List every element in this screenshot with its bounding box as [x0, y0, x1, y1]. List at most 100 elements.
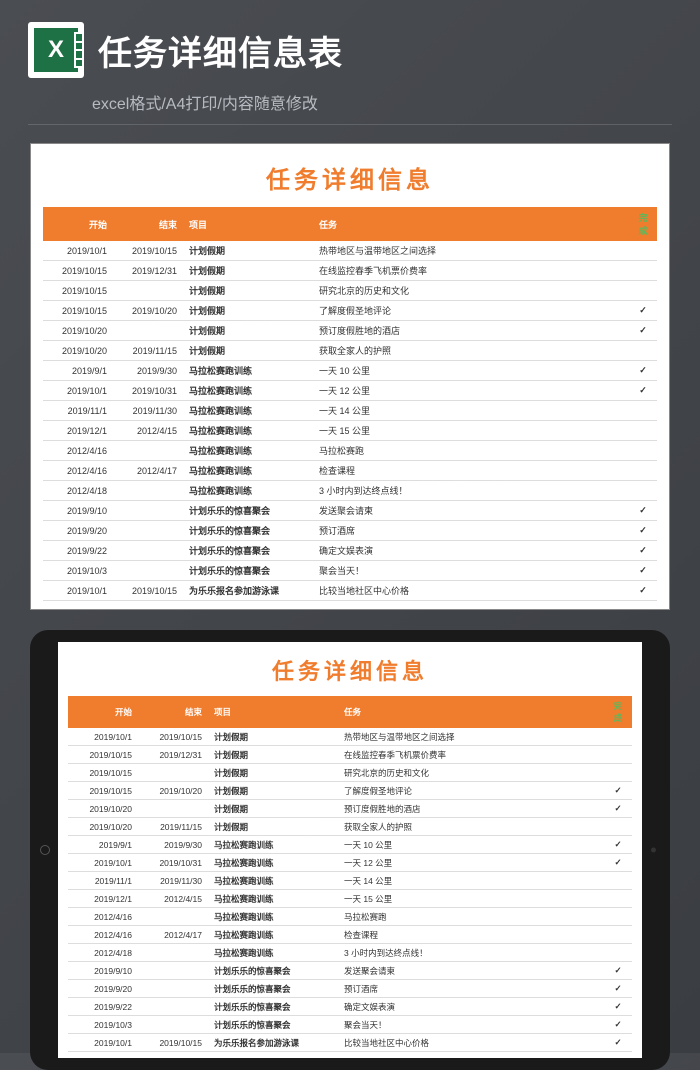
cell-task: 一天 14 公里	[313, 401, 629, 421]
col-header-done: 完成	[604, 696, 632, 728]
cell-end: 2019/10/20	[138, 782, 208, 800]
table-row: 2019/10/12019/10/31马拉松赛跑训练一天 12 公里✓	[68, 854, 632, 872]
cell-task: 检查课程	[313, 461, 629, 481]
table-row: 2019/9/12019/9/30马拉松赛跑训练一天 10 公里✓	[68, 836, 632, 854]
cell-end: 2019/9/30	[113, 361, 183, 381]
col-header-end: 结束	[113, 207, 183, 241]
cell-start: 2012/4/16	[68, 926, 138, 944]
cell-project: 计划乐乐的惊喜聚会	[208, 1016, 338, 1034]
cell-done-check	[629, 341, 657, 361]
table-row: 2019/9/10计划乐乐的惊喜聚会发送聚会请柬✓	[43, 501, 657, 521]
cell-done-check	[629, 261, 657, 281]
cell-project: 计划假期	[183, 301, 313, 321]
table-row: 2012/4/162012/4/17马拉松赛跑训练检查课程	[68, 926, 632, 944]
cell-start: 2019/10/20	[68, 818, 138, 836]
cell-end	[113, 481, 183, 501]
cell-project: 计划假期	[208, 764, 338, 782]
cell-done-check: ✓	[604, 1016, 632, 1034]
cell-done-check	[604, 746, 632, 764]
cell-end	[138, 944, 208, 962]
cell-end	[113, 541, 183, 561]
cell-end	[113, 441, 183, 461]
tablet-camera	[651, 848, 656, 853]
cell-start: 2019/10/15	[43, 301, 113, 321]
cell-end	[113, 321, 183, 341]
cell-start: 2019/9/10	[43, 501, 113, 521]
col-header-done: 完成	[629, 207, 657, 241]
cell-start: 2012/4/18	[68, 944, 138, 962]
cell-start: 2019/10/1	[43, 241, 113, 261]
cell-start: 2019/9/22	[43, 541, 113, 561]
cell-project: 计划乐乐的惊喜聚会	[183, 541, 313, 561]
cell-done-check: ✓	[629, 561, 657, 581]
cell-end	[138, 908, 208, 926]
cell-end: 2019/11/30	[113, 401, 183, 421]
cell-task: 检查课程	[338, 926, 604, 944]
cell-start: 2012/4/16	[68, 908, 138, 926]
cell-task: 确定文娱表演	[338, 998, 604, 1016]
cell-project: 计划乐乐的惊喜聚会	[208, 998, 338, 1016]
cell-project: 计划假期	[183, 321, 313, 341]
table-row: 2019/11/12019/11/30马拉松赛跑训练一天 14 公里	[68, 872, 632, 890]
cell-end: 2012/4/15	[113, 421, 183, 441]
cell-end: 2019/11/15	[138, 818, 208, 836]
cell-task: 马拉松赛跑	[313, 441, 629, 461]
page-header: X 任务详细信息表	[0, 0, 700, 86]
cell-task: 发送聚会请柬	[313, 501, 629, 521]
cell-start: 2019/10/1	[68, 854, 138, 872]
cell-task: 了解度假圣地评论	[338, 782, 604, 800]
cell-project: 计划乐乐的惊喜聚会	[208, 962, 338, 980]
cell-task: 一天 15 公里	[313, 421, 629, 441]
cell-done-check	[629, 401, 657, 421]
task-table: 开始 结束 项目 任务 完成 2019/10/12019/10/15计划假期热带…	[68, 696, 632, 1052]
cell-task: 一天 12 公里	[338, 854, 604, 872]
cell-end	[138, 980, 208, 998]
cell-start: 2019/9/1	[43, 361, 113, 381]
main-title: 任务详细信息表	[98, 26, 672, 75]
cell-project: 计划假期	[183, 341, 313, 361]
cell-task: 研究北京的历史和文化	[313, 281, 629, 301]
divider	[28, 124, 672, 125]
cell-project: 计划假期	[208, 800, 338, 818]
cell-done-check: ✓	[629, 541, 657, 561]
cell-task: 了解度假圣地评论	[313, 301, 629, 321]
cell-done-check	[604, 818, 632, 836]
cell-project: 马拉松赛跑训练	[208, 854, 338, 872]
cell-project: 马拉松赛跑训练	[208, 944, 338, 962]
cell-project: 马拉松赛跑训练	[208, 872, 338, 890]
sheet-title: 任务详细信息	[43, 154, 657, 207]
cell-task: 一天 12 公里	[313, 381, 629, 401]
table-row: 2012/4/18 马拉松赛跑训练3 小时内到达终点线！	[68, 944, 632, 962]
cell-end: 2019/12/31	[138, 746, 208, 764]
cell-project: 马拉松赛跑训练	[208, 908, 338, 926]
cell-start: 2019/10/20	[68, 800, 138, 818]
table-row: 2012/4/162012/4/17马拉松赛跑训练检查课程	[43, 461, 657, 481]
cell-task: 聚会当天！	[313, 561, 629, 581]
cell-start: 2019/9/1	[68, 836, 138, 854]
cell-task: 一天 15 公里	[338, 890, 604, 908]
cell-task: 在线监控春季飞机票价费率	[313, 261, 629, 281]
excel-icon: X	[28, 22, 84, 78]
cell-start: 2019/9/20	[43, 521, 113, 541]
cell-project: 计划假期	[208, 818, 338, 836]
cell-project: 为乐乐报名参加游泳课	[208, 1034, 338, 1052]
cell-start: 2019/10/1	[43, 581, 113, 601]
cell-start: 2019/10/15	[68, 764, 138, 782]
cell-done-check	[604, 926, 632, 944]
table-header-row: 开始 结束 项目 任务 完成	[43, 207, 657, 241]
table-row: 2019/10/152019/12/31计划假期在线监控春季飞机票价费率	[43, 261, 657, 281]
cell-done-check: ✓	[629, 301, 657, 321]
cell-task: 3 小时内到达终点线！	[338, 944, 604, 962]
table-row: 2019/9/20计划乐乐的惊喜聚会预订酒席✓	[43, 521, 657, 541]
cell-done-check	[604, 728, 632, 746]
table-row: 2019/10/3计划乐乐的惊喜聚会聚会当天！✓	[68, 1016, 632, 1034]
table-row: 2012/4/16马拉松赛跑训练马拉松赛跑	[68, 908, 632, 926]
cell-done-check: ✓	[604, 1034, 632, 1052]
cell-start: 2019/10/20	[43, 341, 113, 361]
cell-start: 2012/4/18	[43, 481, 113, 501]
cell-end: 2019/10/15	[113, 241, 183, 261]
cell-done-check: ✓	[604, 782, 632, 800]
cell-done-check	[604, 944, 632, 962]
cell-done-check: ✓	[604, 800, 632, 818]
table-row: 2019/9/10计划乐乐的惊喜聚会发送聚会请柬✓	[68, 962, 632, 980]
